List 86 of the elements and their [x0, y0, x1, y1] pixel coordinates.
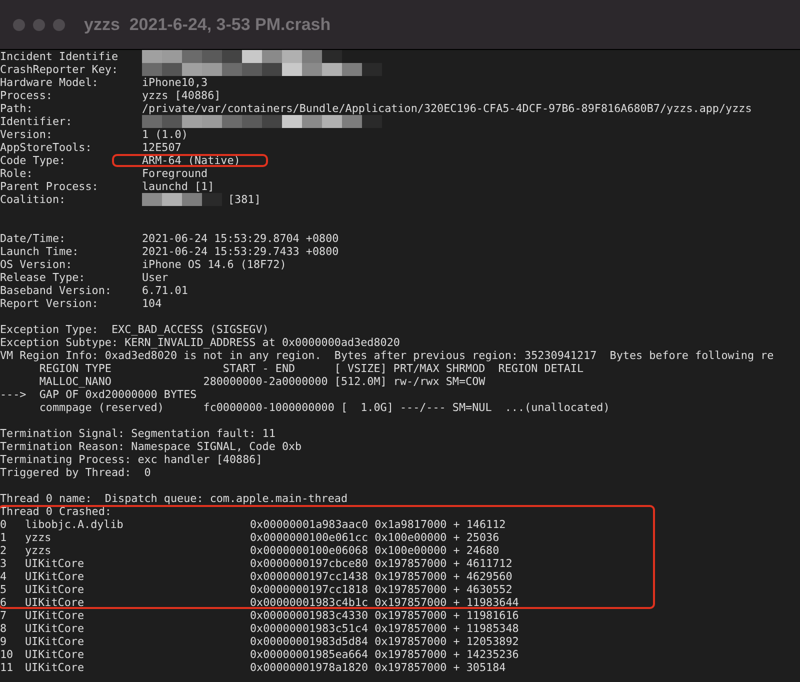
- minimize-button[interactable]: [33, 18, 45, 30]
- frame-index: 8: [0, 622, 8, 635]
- field-label: Process:: [0, 89, 54, 102]
- window-title: yzzs 2021-6-24, 3-53 PM.crash: [84, 14, 331, 34]
- field-value: 2021-06-24 15:53:29.7433 +0800: [142, 245, 339, 258]
- log-line: Thread 0 Crashed:: [0, 505, 112, 518]
- frame-library: UIKitCore: [25, 622, 86, 635]
- field-label: Date/Time:: [0, 232, 67, 245]
- frame-index: 1: [0, 531, 8, 544]
- frame-index: 7: [0, 609, 8, 622]
- field-label: Baseband Version:: [0, 284, 112, 297]
- frame-library: UIKitCore: [25, 557, 86, 570]
- frame-address: 0x00000001985ea664 0x197857000 + 14235236: [250, 648, 519, 661]
- frame-address: 0x00000001983c51c4 0x197857000 + 11985348: [250, 622, 519, 635]
- field-value: 6.71.01: [142, 284, 188, 297]
- frame-library: UIKitCore: [25, 583, 86, 596]
- frame-address: 0x0000000197cbce80 0x197857000 + 4611712: [250, 557, 512, 570]
- frame-index: 11: [0, 661, 14, 674]
- log-line: ---> GAP OF 0xd20000000 BYTES: [0, 388, 197, 401]
- field-label: OS Version:: [0, 258, 74, 271]
- log-line: Exception Type: EXC_BAD_ACCESS (SIGSEGV): [0, 323, 269, 336]
- field-label: Coalition:: [0, 193, 67, 206]
- frame-address: 0x00000001983c4b1c 0x197857000 + 11983644: [250, 596, 519, 609]
- frame-address: 0x00000001983d5d84 0x197857000 + 12053892: [250, 635, 519, 648]
- close-button[interactable]: [13, 18, 25, 30]
- field-value: Foreground: [142, 167, 208, 180]
- field-label: CrashReporter Key:: [0, 63, 120, 76]
- log-line: Exception Subtype: KERN_INVALID_ADDRESS at 0x0000000ad3ed8020: [0, 336, 400, 349]
- field-label: AppStoreTools:: [0, 141, 93, 154]
- field-label: Hardware Model:: [0, 76, 100, 89]
- frame-library: UIKitCore: [25, 609, 86, 622]
- log-line: Termination Signal: Segmentation fault: 11: [0, 427, 276, 440]
- frame-address: 0x00000001983c4330 0x197857000 + 11981616: [250, 609, 519, 622]
- log-line: Triggered by Thread: 0: [0, 466, 151, 479]
- field-value: iPhone10,3: [142, 76, 208, 89]
- frame-index: 10: [0, 648, 14, 661]
- log-line: VM Region Info: 0xad3ed8020 is not in any region. Bytes after previous region: 35230941217 Bytes before following re: [0, 349, 774, 362]
- frame-index: 0: [0, 518, 8, 531]
- frame-address: 0x0000000197cc1438 0x197857000 + 4629560: [250, 570, 512, 583]
- zoom-button[interactable]: [53, 18, 65, 30]
- field-label: Report Version:: [0, 297, 100, 310]
- frame-address: 0x00000001978a1820 0x197857000 + 305184: [250, 661, 506, 674]
- field-label: Role:: [0, 167, 34, 180]
- frame-address: 0x00000001a983aac0 0x1a9817000 + 146112: [250, 518, 506, 531]
- field-value: 1 (1.0): [142, 128, 188, 141]
- frame-index: 9: [0, 635, 8, 648]
- frame-library: yzzs: [25, 544, 52, 557]
- field-label: Path:: [0, 102, 34, 115]
- frame-index: 3: [0, 557, 8, 570]
- field-value: launchd [1]: [142, 180, 214, 193]
- frame-index: 4: [0, 570, 8, 583]
- field-label: Launch Time:: [0, 245, 80, 258]
- field-value: 12E507: [142, 141, 182, 154]
- field-label: Release Type:: [0, 271, 86, 284]
- frame-library: UIKitCore: [25, 635, 86, 648]
- frame-address: 0x0000000197cc1818 0x197857000 + 4630552: [250, 583, 512, 596]
- frame-library: libobjc.A.dylib: [25, 518, 124, 531]
- frame-address: 0x0000000100e061cc 0x100e00000 + 25036: [250, 531, 500, 544]
- field-value: 104: [142, 297, 162, 310]
- log-line: Terminating Process: exc handler [40886]: [0, 453, 262, 466]
- frame-library: UIKitCore: [25, 661, 86, 674]
- frame-library: yzzs: [25, 531, 52, 544]
- field-value: ARM-64 (Native): [142, 154, 240, 167]
- field-value: yzzs [40886]: [142, 89, 221, 102]
- frame-library: UIKitCore: [25, 570, 86, 583]
- field-label: Incident Identifie: [0, 50, 120, 63]
- frame-address: 0x0000000100e06068 0x100e00000 + 24680: [250, 544, 500, 557]
- log-line: commpage (reserved) fc0000000-1000000000 [ 1.0G] ---/--- SM=NUL ...(unallocated): [38, 401, 610, 414]
- field-label: Code Type:: [0, 154, 67, 167]
- field-value: 2021-06-24 15:53:29.8704 +0800: [142, 232, 339, 245]
- frame-library: UIKitCore: [25, 596, 86, 609]
- field-value: iPhone OS 14.6 (18F72): [142, 258, 286, 271]
- field-label: Parent Process:: [0, 180, 100, 193]
- log-line: MALLOC_NANO 280000000-2a0000000 [512.0M] rw-/rwx SM=COW: [38, 375, 486, 388]
- frame-index: 5: [0, 583, 8, 596]
- field-value: User: [142, 271, 168, 284]
- log-line: REGION TYPE START - END [ VSIZE] PRT/MAX SHRMOD REGION DETAIL: [38, 362, 584, 375]
- field-label: Identifier:: [0, 115, 74, 128]
- field-value: /private/var/containers/Bundle/Application/320EC196-CFA5-4DCF-97B6-89F816A680B7/yzzs.app/yzzs: [142, 102, 752, 115]
- field-value: [381]: [228, 193, 261, 206]
- frame-library: UIKitCore: [25, 648, 86, 661]
- frame-index: 6: [0, 596, 8, 609]
- field-label: Version:: [0, 128, 54, 141]
- frame-index: 2: [0, 544, 8, 557]
- log-line: Termination Reason: Namespace SIGNAL, Code 0xb: [0, 440, 302, 453]
- log-line: Thread 0 name: Dispatch queue: com.apple.main-thread: [0, 492, 348, 505]
